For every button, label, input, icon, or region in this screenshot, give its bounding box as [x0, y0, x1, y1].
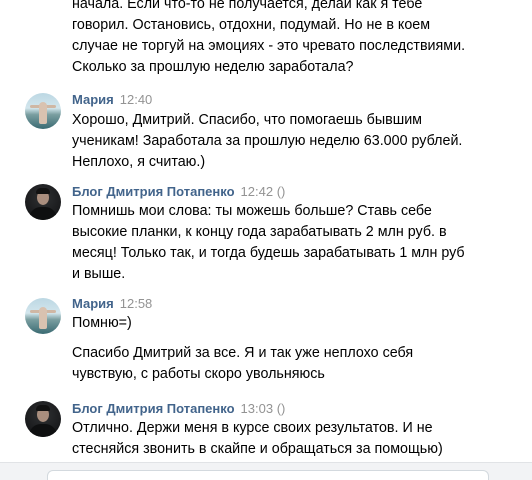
message-header: Мария 12:58: [72, 295, 152, 313]
avatar-blog[interactable]: [25, 184, 61, 220]
message-text-line: Хорошо, Дмитрий. Спасибо, что помогаешь …: [72, 112, 423, 128]
author-link[interactable]: Мария: [72, 296, 114, 311]
message-text-line: Спасибо Дмитрий за все. Я и так уже непл…: [72, 345, 414, 361]
message-text-line: месяц! Только так, и тогда будешь зараба…: [72, 245, 465, 261]
message-header: Блог Дмитрия Потапенко 13:03 (): [72, 400, 285, 418]
message-text-line: Сколько за прошлую неделю заработала?: [72, 59, 354, 75]
message-text-line: Помнишь мои слова: ты можешь больше? Ста…: [72, 203, 432, 219]
message-time[interactable]: 12:58: [120, 296, 153, 311]
message-text-line: высокие планки, к концу года зарабатыват…: [72, 224, 447, 240]
avatar-maria[interactable]: [25, 93, 61, 129]
message-text-line: чувствую, с работы скоро увольняюсь: [72, 366, 325, 382]
message-time[interactable]: 13:03 (): [241, 401, 286, 416]
message-text-line: и выше.: [72, 266, 126, 282]
avatar-blog[interactable]: [25, 401, 61, 437]
message-header: Блог Дмитрия Потапенко 12:42 (): [72, 183, 285, 201]
message-time[interactable]: 12:40: [120, 92, 153, 107]
author-link[interactable]: Блог Дмитрия Потапенко: [72, 401, 235, 416]
message-time[interactable]: 12:42 (): [241, 184, 286, 199]
message-text-line: говорил. Остановись, отдохни, подумай. Н…: [72, 17, 431, 33]
message-text-line: стесняйся звонить в скайпе и обращаться …: [72, 441, 443, 457]
message-text-line: случае не торгуй на эмоциях - это чреват…: [72, 38, 466, 54]
avatar-maria[interactable]: [25, 298, 61, 334]
message-text-line: Неплохо, я считаю.): [72, 154, 206, 170]
message-input[interactable]: [47, 470, 489, 480]
chat-history: начала. Если что-то не получается, делай…: [0, 0, 532, 480]
author-link[interactable]: Мария: [72, 92, 114, 107]
message-header: Мария 12:40: [72, 91, 152, 109]
message-text-line: Отлично. Держи меня в курсе своих резуль…: [72, 420, 433, 436]
message-text-line: ученикам! Заработала за прошлую неделю 6…: [72, 133, 463, 149]
message-text-line: Помню=): [72, 315, 132, 331]
author-link[interactable]: Блог Дмитрия Потапенко: [72, 184, 235, 199]
message-text-line: начала. Если что-то не получается, делай…: [72, 0, 423, 12]
